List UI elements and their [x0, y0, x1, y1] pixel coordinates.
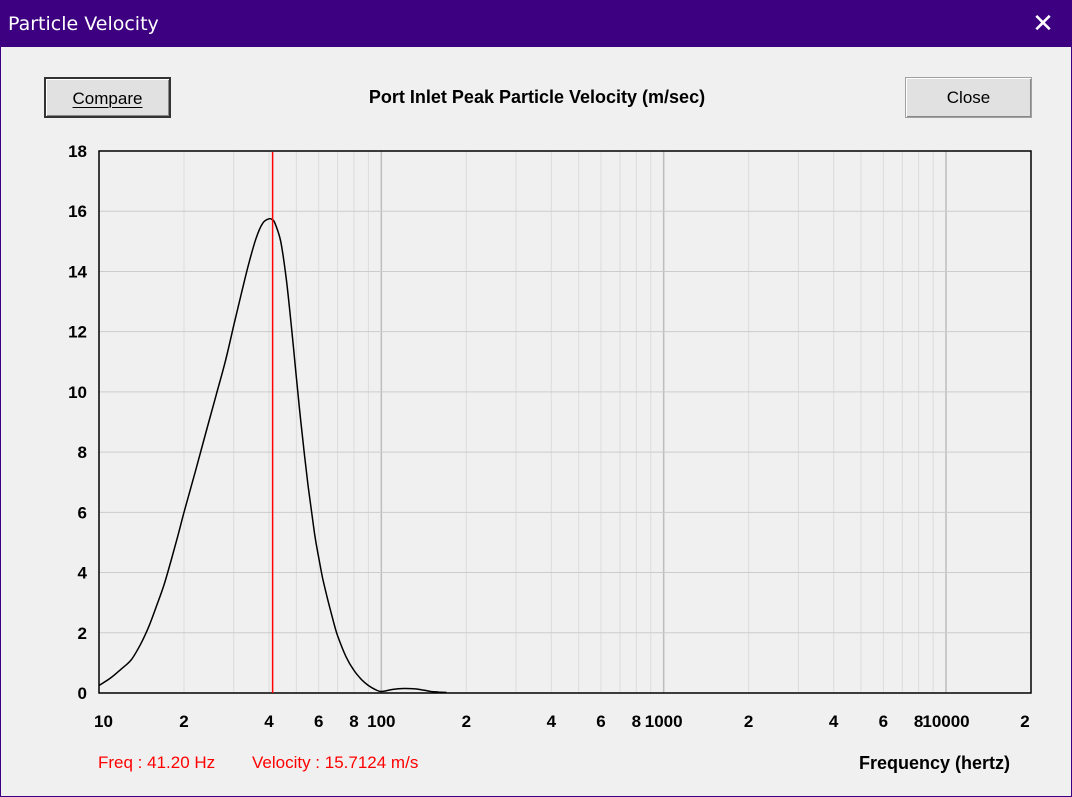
- freq-readout: Freq : 41.20 Hz: [98, 753, 216, 772]
- plot-frame: [98, 150, 1032, 694]
- x-tick-label: 6: [879, 712, 888, 731]
- y-tick-label: 6: [78, 503, 87, 522]
- x-tick-label: 8: [349, 712, 358, 731]
- y-tick-label: 8: [78, 443, 87, 462]
- x-tick-label: 10: [94, 712, 113, 731]
- velocity-chart: 024681012141618 10 2 4 6 8 100 2 4 6 8 1000 2 4 6 8100…: [68, 142, 1032, 731]
- x-tick-label: 6: [314, 712, 323, 731]
- x-tick-label: 10000: [922, 712, 969, 731]
- y-tick-label: 16: [68, 202, 87, 221]
- x-tick-label: 6: [596, 712, 605, 731]
- y-tick-label: 18: [68, 142, 87, 161]
- x-axis-title: Frequency (hertz): [859, 753, 1011, 773]
- x-tick-label: 4: [547, 712, 557, 731]
- y-tick-label: 2: [78, 624, 87, 643]
- y-tick-label: 10: [68, 383, 87, 402]
- velocity-readout: Velocity : 15.7124 m/s: [252, 753, 419, 772]
- x-tick-label: 2: [1020, 712, 1029, 731]
- y-tick-label: 14: [68, 262, 87, 281]
- y-axis-labels: 0 2 4 6 8 10 12 14 16 18: [68, 142, 87, 703]
- x-tick-label: 2: [179, 712, 188, 731]
- x-tick-label: 100: [367, 712, 395, 731]
- x-tick-label: 4: [264, 712, 274, 731]
- x-tick-label: 4: [829, 712, 839, 731]
- x-tick-label: 8: [632, 712, 641, 731]
- x-tick-label: 2: [462, 712, 471, 731]
- x-tick-label: 2: [744, 712, 753, 731]
- y-tick-label: 4: [78, 564, 88, 583]
- y-tick-label: 12: [68, 323, 87, 342]
- x-axis-labels: 10 2 4 6 8 100 2 4 6 8 1000 2 4 6 810000 2: [94, 712, 1030, 731]
- x-tick-label: 1000: [645, 712, 683, 731]
- particle-velocity-window: Particle Velocity ✕ Compare Port Inlet P…: [0, 0, 1072, 797]
- y-tick-label: 0: [78, 684, 87, 703]
- grid: [99, 151, 1031, 693]
